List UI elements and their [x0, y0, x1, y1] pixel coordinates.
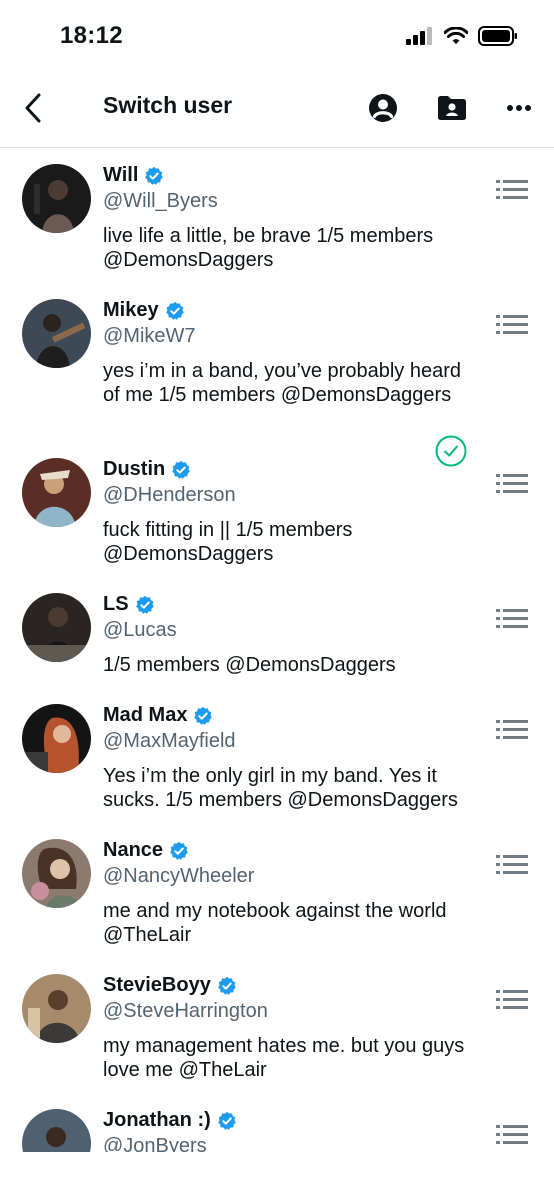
account-name-row: LS	[103, 593, 155, 616]
account-name: Jonathan :)	[103, 1109, 211, 1131]
verified-badge-icon	[172, 460, 191, 479]
account-handle: @DHenderson	[103, 484, 236, 506]
account-item[interactable]: Nance @NancyWheeler me and my notebook a…	[0, 825, 554, 960]
drag-handle-icon[interactable]	[496, 855, 528, 875]
verified-badge-icon	[194, 706, 213, 725]
account-item[interactable]: Mikey @MikeW7 yes i’m in a band, you’ve …	[0, 285, 554, 467]
account-bio: my management hates me. but you guys lov…	[103, 1035, 465, 1081]
account-handle: @JonByers	[103, 1135, 207, 1152]
drag-handle-icon[interactable]	[496, 720, 528, 740]
account-bio: live life a little, be brave 1/5 members…	[103, 225, 434, 271]
contact-folder-icon	[438, 96, 466, 120]
account-name: Dustin	[103, 458, 166, 480]
account-name-row: StevieBoyy	[103, 974, 237, 997]
account-button[interactable]	[367, 92, 399, 124]
verified-badge-icon	[145, 166, 164, 185]
signal-icon	[406, 27, 432, 45]
drag-handle-icon[interactable]	[496, 315, 528, 335]
account-handle: @Will_Byers	[103, 190, 218, 212]
status-time: 18:12	[60, 22, 123, 49]
account-item[interactable]: Dustin @DHenderson fuck fitting in || 1/…	[0, 444, 554, 579]
accounts-folder-button[interactable]	[436, 92, 468, 124]
status-bar: 18:12	[0, 0, 554, 72]
account-name-row: Mikey	[103, 299, 185, 322]
more-icon	[507, 105, 531, 111]
verified-badge-icon	[170, 841, 188, 860]
account-name: LS	[103, 593, 129, 615]
verified-badge-icon	[217, 1111, 236, 1130]
account-item[interactable]: StevieBoyy @SteveHarrington my managemen…	[0, 960, 554, 1095]
account-item[interactable]: LS @Lucas 1/5 members @DemonsDaggers	[0, 579, 554, 690]
account-name: Will	[103, 164, 139, 186]
avatar	[22, 839, 91, 908]
drag-handle-icon[interactable]	[496, 474, 528, 494]
account-name-row: Jonathan :)	[103, 1109, 237, 1132]
account-name: Mikey	[103, 299, 159, 321]
account-bio: fuck fitting in || 1/5 members @DemonsDa…	[103, 519, 353, 565]
account-name-row: Dustin	[103, 458, 191, 481]
account-name: StevieBoyy	[103, 974, 211, 996]
account-name-row: Nance	[103, 839, 189, 862]
avatar	[22, 1109, 91, 1152]
account-handle: @SteveHarrington	[103, 1000, 268, 1022]
wifi-icon	[444, 27, 468, 44]
more-button[interactable]	[503, 92, 535, 124]
verified-badge-icon	[165, 301, 184, 320]
account-bio: 1/5 members @DemonsDaggers	[103, 654, 396, 676]
page-title: Switch user	[103, 92, 233, 118]
account-circle-icon	[369, 94, 397, 122]
account-name-row: Mad Max	[103, 704, 213, 727]
account-bio: me and my notebook against the world @Th…	[103, 900, 447, 946]
account-list: Will @Will_Byers live life a little, be …	[0, 150, 554, 1152]
account-item[interactable]: Jonathan :) @JonByers	[0, 1095, 554, 1152]
verified-badge-icon	[218, 976, 236, 995]
account-item[interactable]: Will @Will_Byers live life a little, be …	[0, 150, 554, 285]
avatar	[22, 164, 91, 233]
account-handle: @NancyWheeler	[103, 865, 255, 887]
avatar	[22, 593, 91, 662]
account-handle: @MikeW7	[103, 325, 196, 347]
drag-handle-icon[interactable]	[496, 990, 528, 1010]
account-bio: yes i’m in a band, you’ve probably heard…	[103, 360, 461, 406]
status-icons	[406, 26, 518, 46]
account-name: Nance	[103, 839, 164, 861]
account-name: Mad Max	[103, 704, 188, 726]
account-handle: @MaxMayfield	[103, 730, 236, 752]
back-button[interactable]	[18, 90, 48, 126]
avatar	[22, 458, 91, 527]
account-item[interactable]: Mad Max @MaxMayfield Yes i’m the only gi…	[0, 690, 554, 825]
header: Switch user	[0, 72, 554, 148]
drag-handle-icon[interactable]	[496, 609, 528, 629]
avatar	[22, 704, 91, 773]
account-bio: Yes i’m the only girl in my band. Yes it…	[103, 765, 458, 811]
account-handle: @Lucas	[103, 619, 177, 641]
back-arrow-icon	[25, 93, 41, 123]
avatar	[22, 299, 91, 368]
verified-badge-icon	[135, 595, 154, 614]
drag-handle-icon[interactable]	[496, 1125, 528, 1145]
account-name-row: Will	[103, 164, 164, 187]
avatar	[22, 974, 91, 1043]
drag-handle-icon[interactable]	[496, 180, 528, 200]
battery-icon	[478, 26, 517, 46]
